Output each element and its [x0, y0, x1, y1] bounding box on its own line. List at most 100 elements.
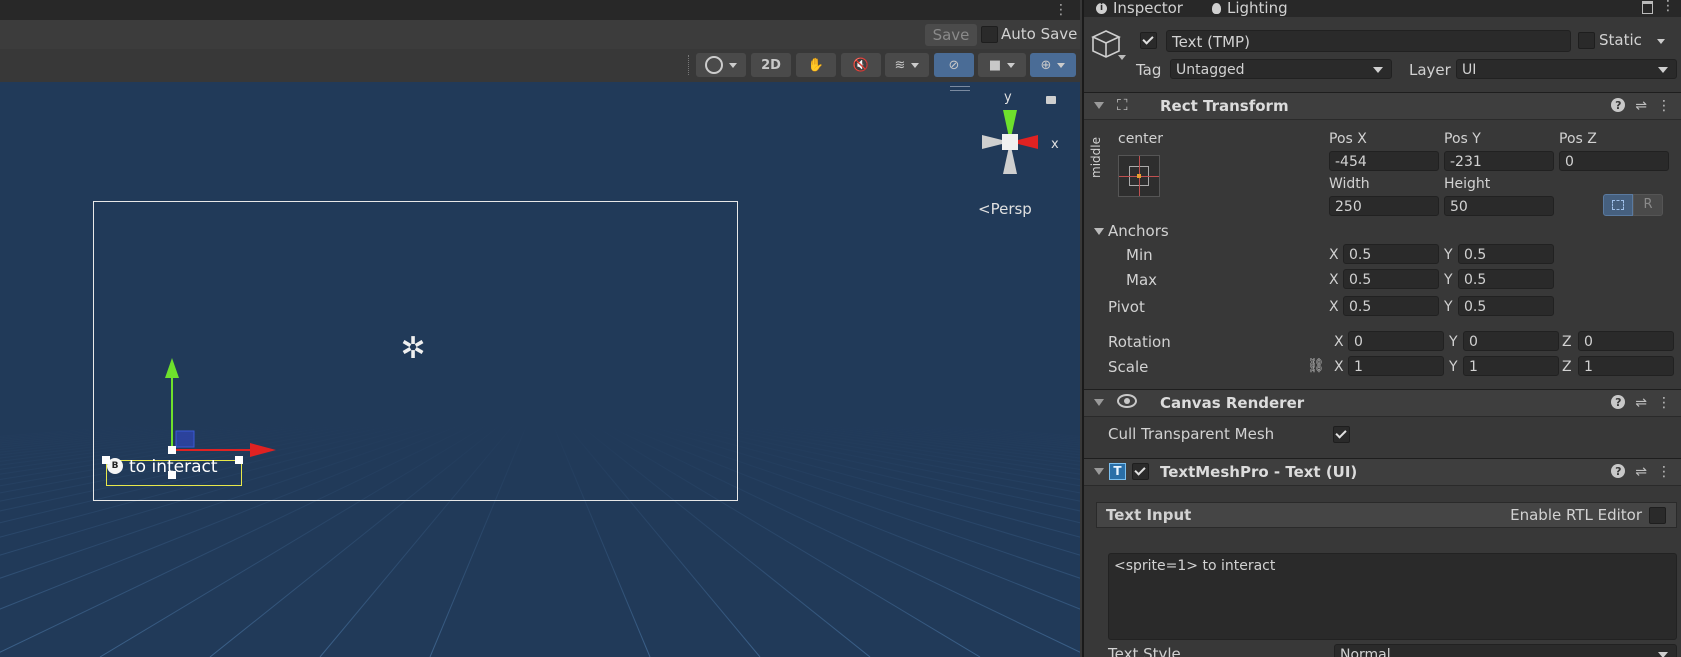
help-icon[interactable]: ? [1611, 464, 1626, 478]
x-axis-arrow-icon[interactable] [250, 443, 276, 457]
autosave-label: Auto Save [1001, 25, 1078, 43]
scene-visibility-button[interactable]: ⊘ [934, 53, 974, 77]
constrain-proportions-link-icon[interactable]: ⛓ [1307, 358, 1325, 374]
lighting-icon: ✋ [807, 57, 825, 73]
layer-label: Layer [1409, 61, 1451, 79]
lighting-toggle-button[interactable]: ✋ [796, 53, 836, 77]
component-header-icons: ? ⇌ ⋮ [1611, 98, 1671, 114]
textmeshpro-header[interactable]: T TextMeshPro - Text (UI) ? ⇌ ⋮ [1084, 458, 1681, 486]
textmeshpro-title: TextMeshPro - Text (UI) [1160, 463, 1358, 481]
help-icon[interactable]: ? [1611, 98, 1626, 112]
tab-inspector-label: Inspector [1113, 0, 1183, 17]
rtl-editor-checkbox[interactable] [1649, 507, 1666, 524]
inspector-tab-bar: i Inspector Lighting ⋮ [1084, 0, 1681, 17]
cull-mesh-label: Cull Transparent Mesh [1108, 425, 1275, 443]
preset-sliders-icon[interactable]: ⇌ [1635, 395, 1647, 411]
static-chevron-down-icon[interactable] [1657, 39, 1665, 44]
chevron-down-icon [729, 62, 737, 68]
lock-icon[interactable] [1642, 1, 1653, 14]
active-checkbox[interactable] [1140, 32, 1157, 49]
canvas-renderer-header[interactable]: Canvas Renderer ? ⇌ ⋮ [1084, 389, 1681, 417]
object-name-field[interactable]: Text (TMP) [1166, 30, 1571, 52]
2d-toggle-button[interactable]: 2D [751, 53, 791, 77]
gizmo-y-label: y [1004, 90, 1012, 105]
autosave-checkbox[interactable] [981, 26, 998, 43]
help-icon[interactable]: ? [1611, 395, 1626, 409]
move-tool-gizmo[interactable] [90, 342, 390, 492]
camera-dropdown[interactable]: ■ [978, 53, 1026, 77]
tab-lighting[interactable]: Lighting [1212, 0, 1288, 17]
layer-dropdown[interactable]: UI [1456, 59, 1677, 79]
rotation-x-field[interactable]: 0 [1348, 331, 1444, 351]
gizmo-x-label: x [1051, 137, 1059, 152]
eye-icon [1117, 394, 1137, 408]
anchor-max-y-field[interactable]: 0.5 [1458, 269, 1554, 289]
scale-x-field[interactable]: 1 [1348, 356, 1444, 376]
static-checkbox[interactable] [1578, 32, 1595, 49]
rotation-z-field[interactable]: 0 [1578, 331, 1674, 351]
height-label: Height [1444, 176, 1491, 192]
y-axis-arrow-icon[interactable] [165, 358, 179, 378]
pos-z-field[interactable]: 0 [1559, 151, 1669, 171]
pivot-x-field[interactable]: 0.5 [1343, 296, 1439, 316]
save-button[interactable]: Save [925, 24, 977, 46]
tab-inspector[interactable]: i Inspector [1096, 0, 1183, 17]
anchor-handle[interactable] [168, 446, 176, 454]
canvas-renderer-title: Canvas Renderer [1160, 394, 1305, 412]
text-input-area[interactable]: <sprite=1> to interact [1108, 553, 1677, 640]
scene-view[interactable]: ⋮ Save Auto Save 2D ✋ 🔇 ≋ ⊘ ■ ⊕ ✲ B to i… [0, 0, 1080, 657]
rect-transform-header[interactable]: ⛶ Rect Transform ? ⇌ ⋮ [1084, 92, 1681, 120]
scale-z-field[interactable]: 1 [1578, 356, 1674, 376]
anchor-max-x-field[interactable]: 0.5 [1343, 269, 1439, 289]
foldout-arrow-icon[interactable] [1094, 399, 1104, 406]
resize-handle-left[interactable] [102, 456, 110, 464]
scene-viewport[interactable]: ✲ B to interact y x <Persp [0, 82, 1080, 657]
audio-toggle-button[interactable]: 🔇 [841, 53, 881, 77]
anchor-h-label: center [1118, 131, 1164, 147]
pos-x-field[interactable]: -454 [1329, 151, 1439, 171]
more-options-icon[interactable]: ⋮ [1657, 464, 1671, 480]
resize-handle-right[interactable] [235, 456, 243, 464]
projection-toggle[interactable]: <Persp [978, 200, 1032, 218]
tag-dropdown[interactable]: Untagged [1170, 59, 1392, 79]
pivot-y-axis-label: Y [1444, 299, 1453, 315]
persp-label: Persp [990, 200, 1032, 218]
more-options-icon[interactable]: ⋮ [1657, 98, 1671, 114]
lock-icon[interactable] [1046, 96, 1056, 104]
pivot-y-field[interactable]: 0.5 [1458, 296, 1554, 316]
raw-edit-button[interactable]: R [1633, 194, 1663, 216]
text-style-label: Text Style [1108, 645, 1181, 657]
foldout-arrow-icon[interactable] [1094, 102, 1104, 109]
text-style-dropdown[interactable]: Normal [1334, 644, 1677, 657]
info-icon: i [1096, 2, 1107, 14]
tmp-enabled-checkbox[interactable] [1132, 463, 1149, 480]
anchors-foldout-icon[interactable] [1094, 228, 1104, 235]
cull-mesh-checkbox[interactable] [1333, 426, 1350, 443]
toolbar-grip[interactable] [688, 55, 691, 75]
anchor-min-y-field[interactable]: 0.5 [1458, 244, 1554, 264]
gizmos-dropdown[interactable]: ⊕ [1030, 53, 1076, 77]
scale-y-field[interactable]: 1 [1463, 356, 1559, 376]
more-options-icon[interactable]: ⋮ [1054, 2, 1068, 18]
blueprint-mode-button[interactable] [1603, 194, 1633, 216]
anchor-min-x-field[interactable]: 0.5 [1343, 244, 1439, 264]
draw-mode-dropdown[interactable] [696, 53, 746, 77]
resize-handle-bottom[interactable] [168, 471, 176, 479]
icon-chevron-down-icon[interactable] [1118, 55, 1126, 60]
width-field[interactable]: 250 [1329, 196, 1439, 216]
more-options-icon[interactable]: ⋮ [1657, 395, 1671, 411]
height-field[interactable]: 50 [1444, 196, 1554, 216]
preset-sliders-icon[interactable]: ⇌ [1635, 98, 1647, 114]
effects-dropdown[interactable]: ≋ [885, 53, 929, 77]
anchor-presets-button[interactable] [1118, 155, 1160, 197]
anchor-v-label: middle [1089, 137, 1103, 178]
rotation-y-field[interactable]: 0 [1463, 331, 1559, 351]
camera-icon: ■ [988, 57, 1002, 73]
gizmo-grip-icon[interactable] [950, 86, 970, 91]
preset-sliders-icon[interactable]: ⇌ [1635, 464, 1647, 480]
xy-plane-handle[interactable] [175, 430, 195, 448]
more-options-icon[interactable]: ⋮ [1661, 0, 1675, 14]
foldout-arrow-icon[interactable] [1094, 468, 1104, 475]
pos-y-field[interactable]: -231 [1444, 151, 1554, 171]
gizmo-center-cube-icon[interactable] [1002, 134, 1018, 150]
